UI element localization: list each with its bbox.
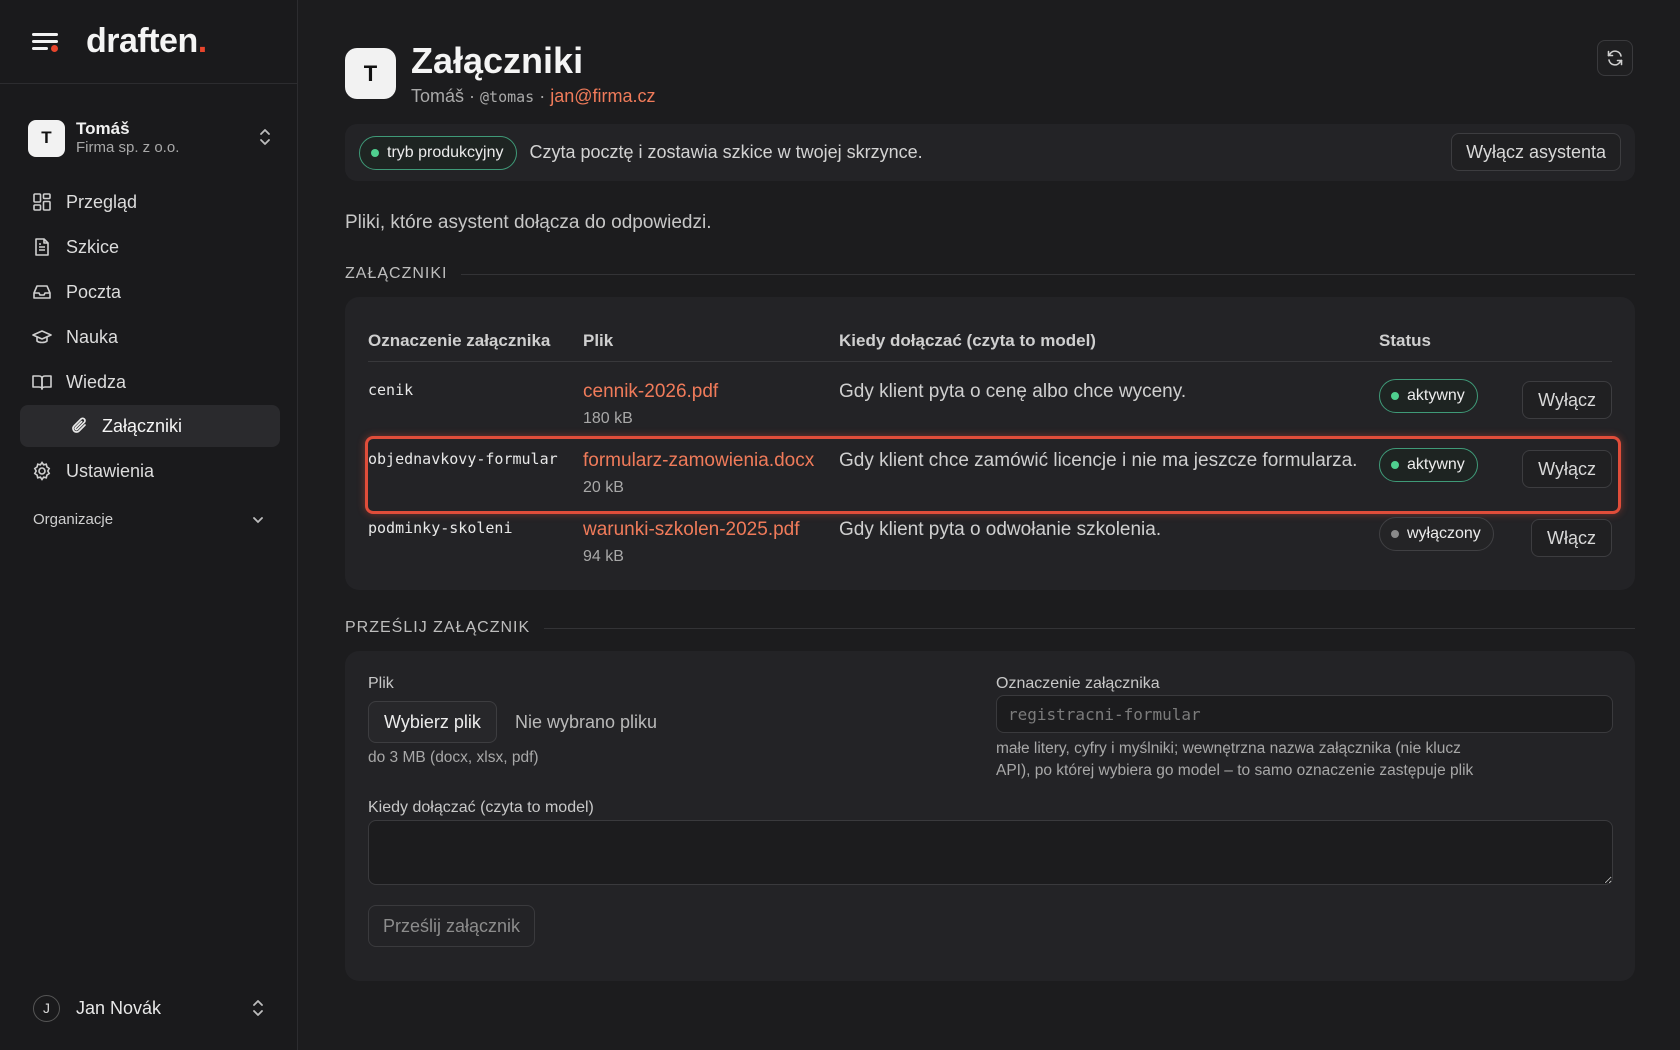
account-avatar: T (28, 119, 65, 157)
attachment-code: objednavkovy-formular (368, 450, 558, 468)
mode-bar: tryb produkcyjny Czyta pocztę i zostawia… (345, 124, 1635, 181)
mode-description: Czyta pocztę i zostawia szkice w twojej … (529, 142, 923, 162)
when-textarea[interactable] (368, 820, 1613, 885)
main-nav: Przegląd Szkice Poczta Nauka Wiedza Załą… (20, 180, 280, 494)
chevrons-up-down-icon (253, 1000, 263, 1016)
attachment-file-link[interactable]: warunki-szkolen-2025.pdf (583, 519, 800, 541)
when-label: Kiedy dołączać (czyta to model) (368, 799, 594, 816)
column-header: Status (1379, 331, 1431, 350)
page-subtitle: Tomáš · @tomas · jan@firma.cz (411, 86, 656, 106)
choose-file-button[interactable]: Wybierz plik (368, 701, 497, 743)
enable-attachment-button[interactable]: Włącz (1531, 519, 1612, 557)
paperclip-icon (72, 417, 86, 433)
organizations-label: Organizacje (33, 511, 114, 528)
page-intro: Pliki, które asystent dołącza do odpowie… (345, 212, 712, 233)
production-mode-badge: tryb produkcyjny (359, 135, 517, 170)
attachment-size: 20 kB (583, 479, 624, 496)
page-avatar: T (345, 48, 396, 99)
table-row: cenik cennik-2026.pdf 180 kB Gdy klient … (368, 371, 1612, 437)
sidebar-item-label: Załączniki (102, 415, 183, 436)
attachment-code: cenik (368, 381, 414, 399)
graduation-cap-icon (32, 330, 52, 344)
sidebar-item-knowledge[interactable]: Wiedza (20, 360, 280, 404)
document-icon (35, 238, 49, 256)
attachment-size: 94 kB (583, 548, 624, 565)
menu-icon[interactable] (32, 30, 60, 54)
brand-logo[interactable]: draften. (86, 22, 207, 61)
column-header: Oznaczenie załącznika (368, 331, 551, 350)
sidebar-item-attachments[interactable]: Załączniki (20, 405, 280, 447)
file-label: Plik (368, 675, 394, 692)
status-dot-icon (371, 148, 379, 157)
user-handle: @tomas (480, 88, 535, 106)
upload-attachment-button[interactable]: Prześlij załącznik (368, 905, 536, 947)
sidebar-item-label: Ustawienia (66, 460, 155, 481)
book-open-icon (32, 375, 52, 390)
page-title: Załączniki (411, 40, 584, 81)
disable-attachment-button[interactable]: Wyłącz (1522, 381, 1612, 419)
sidebar: draften. T Tomáš Firma sp. z o.o. Przegl… (0, 0, 298, 1050)
user-avatar: J (33, 994, 60, 1022)
attachment-when: Gdy klient pyta o odwołanie szkolenia. (839, 519, 1162, 540)
upload-section-heading: PRZEŚLIJ ZAŁĄCZNIK (345, 619, 1635, 637)
disable-assistant-button[interactable]: Wyłącz asystenta (1451, 133, 1621, 171)
account-company: Firma sp. z o.o. (76, 139, 180, 157)
attachment-when: Gdy klient chce zamówić licencje i nie m… (839, 450, 1358, 471)
attachment-when: Gdy klient pyta o cenę albo chce wyceny. (839, 381, 1187, 402)
status-dot-icon (1391, 461, 1399, 469)
status-badge: aktywny (1379, 379, 1478, 413)
brand-bar: draften. (0, 0, 297, 84)
attachment-file-link[interactable]: cennik-2026.pdf (583, 381, 718, 403)
account-name: Tomáš (76, 119, 130, 138)
inbox-icon (33, 285, 51, 299)
page-header: T Załączniki Tomáš · @tomas · jan@firma.… (345, 40, 1635, 110)
attachment-size: 180 kB (583, 410, 633, 427)
attachment-code-input[interactable] (996, 695, 1613, 733)
sidebar-item-label: Poczta (66, 281, 122, 302)
refresh-icon (1607, 50, 1623, 66)
sidebar-item-label: Przegląd (66, 191, 138, 212)
attachments-section-heading: ZAŁĄCZNIKI (345, 265, 1635, 283)
sidebar-item-mail[interactable]: Poczta (20, 270, 280, 314)
sidebar-item-settings[interactable]: Ustawienia (20, 449, 280, 493)
status-badge: wyłączony (1379, 517, 1494, 551)
upload-card: Plik Wybierz plik Nie wybrano pliku do 3… (345, 651, 1635, 981)
user-email[interactable]: jan@firma.cz (550, 86, 655, 106)
attachments-card: Oznaczenie załącznika Plik Kiedy dołącza… (345, 297, 1635, 590)
sidebar-item-label: Szkice (66, 236, 120, 257)
organizations-toggle[interactable]: Organizacje (33, 511, 265, 528)
sidebar-item-label: Wiedza (66, 371, 127, 392)
status-badge: aktywny (1379, 448, 1478, 482)
no-file-text: Nie wybrano pliku (515, 712, 658, 732)
chevron-down-icon (253, 516, 263, 523)
status-dot-icon (1391, 530, 1399, 538)
code-hint: małe litery, cyfry i myślniki; wewnętrzn… (996, 740, 1474, 779)
gear-icon (33, 461, 51, 481)
code-label: Oznaczenie załącznika (996, 675, 1160, 692)
sidebar-item-drafts[interactable]: Szkice (20, 225, 280, 269)
file-hint: do 3 MB (docx, xlsx, pdf) (368, 749, 539, 766)
sidebar-item-overview[interactable]: Przegląd (20, 180, 280, 224)
disable-attachment-button[interactable]: Wyłącz (1522, 450, 1612, 488)
header-divider (368, 361, 1612, 362)
column-header: Plik (583, 331, 614, 350)
refresh-button[interactable] (1597, 40, 1633, 76)
sidebar-item-learning[interactable]: Nauka (20, 315, 280, 359)
sidebar-item-label: Nauka (66, 326, 119, 347)
attachment-file-link[interactable]: formularz-zamowienia.docx (583, 450, 814, 472)
column-header: Kiedy dołączać (czyta to model) (839, 331, 1096, 350)
status-dot-icon (1391, 392, 1399, 400)
table-row: objednavkovy-formular formularz-zamowien… (365, 436, 1621, 514)
user-menu[interactable]: J Jan Novák (33, 994, 265, 1022)
table-row: podminky-skoleni warunki-szkolen-2025.pd… (368, 509, 1612, 575)
dashboard-icon (33, 193, 51, 211)
account-switcher[interactable]: T Tomáš Firma sp. z o.o. (28, 118, 272, 158)
attachment-code: podminky-skoleni (368, 519, 513, 537)
chevrons-up-down-icon (260, 129, 270, 145)
user-name: Jan Novák (76, 997, 162, 1018)
